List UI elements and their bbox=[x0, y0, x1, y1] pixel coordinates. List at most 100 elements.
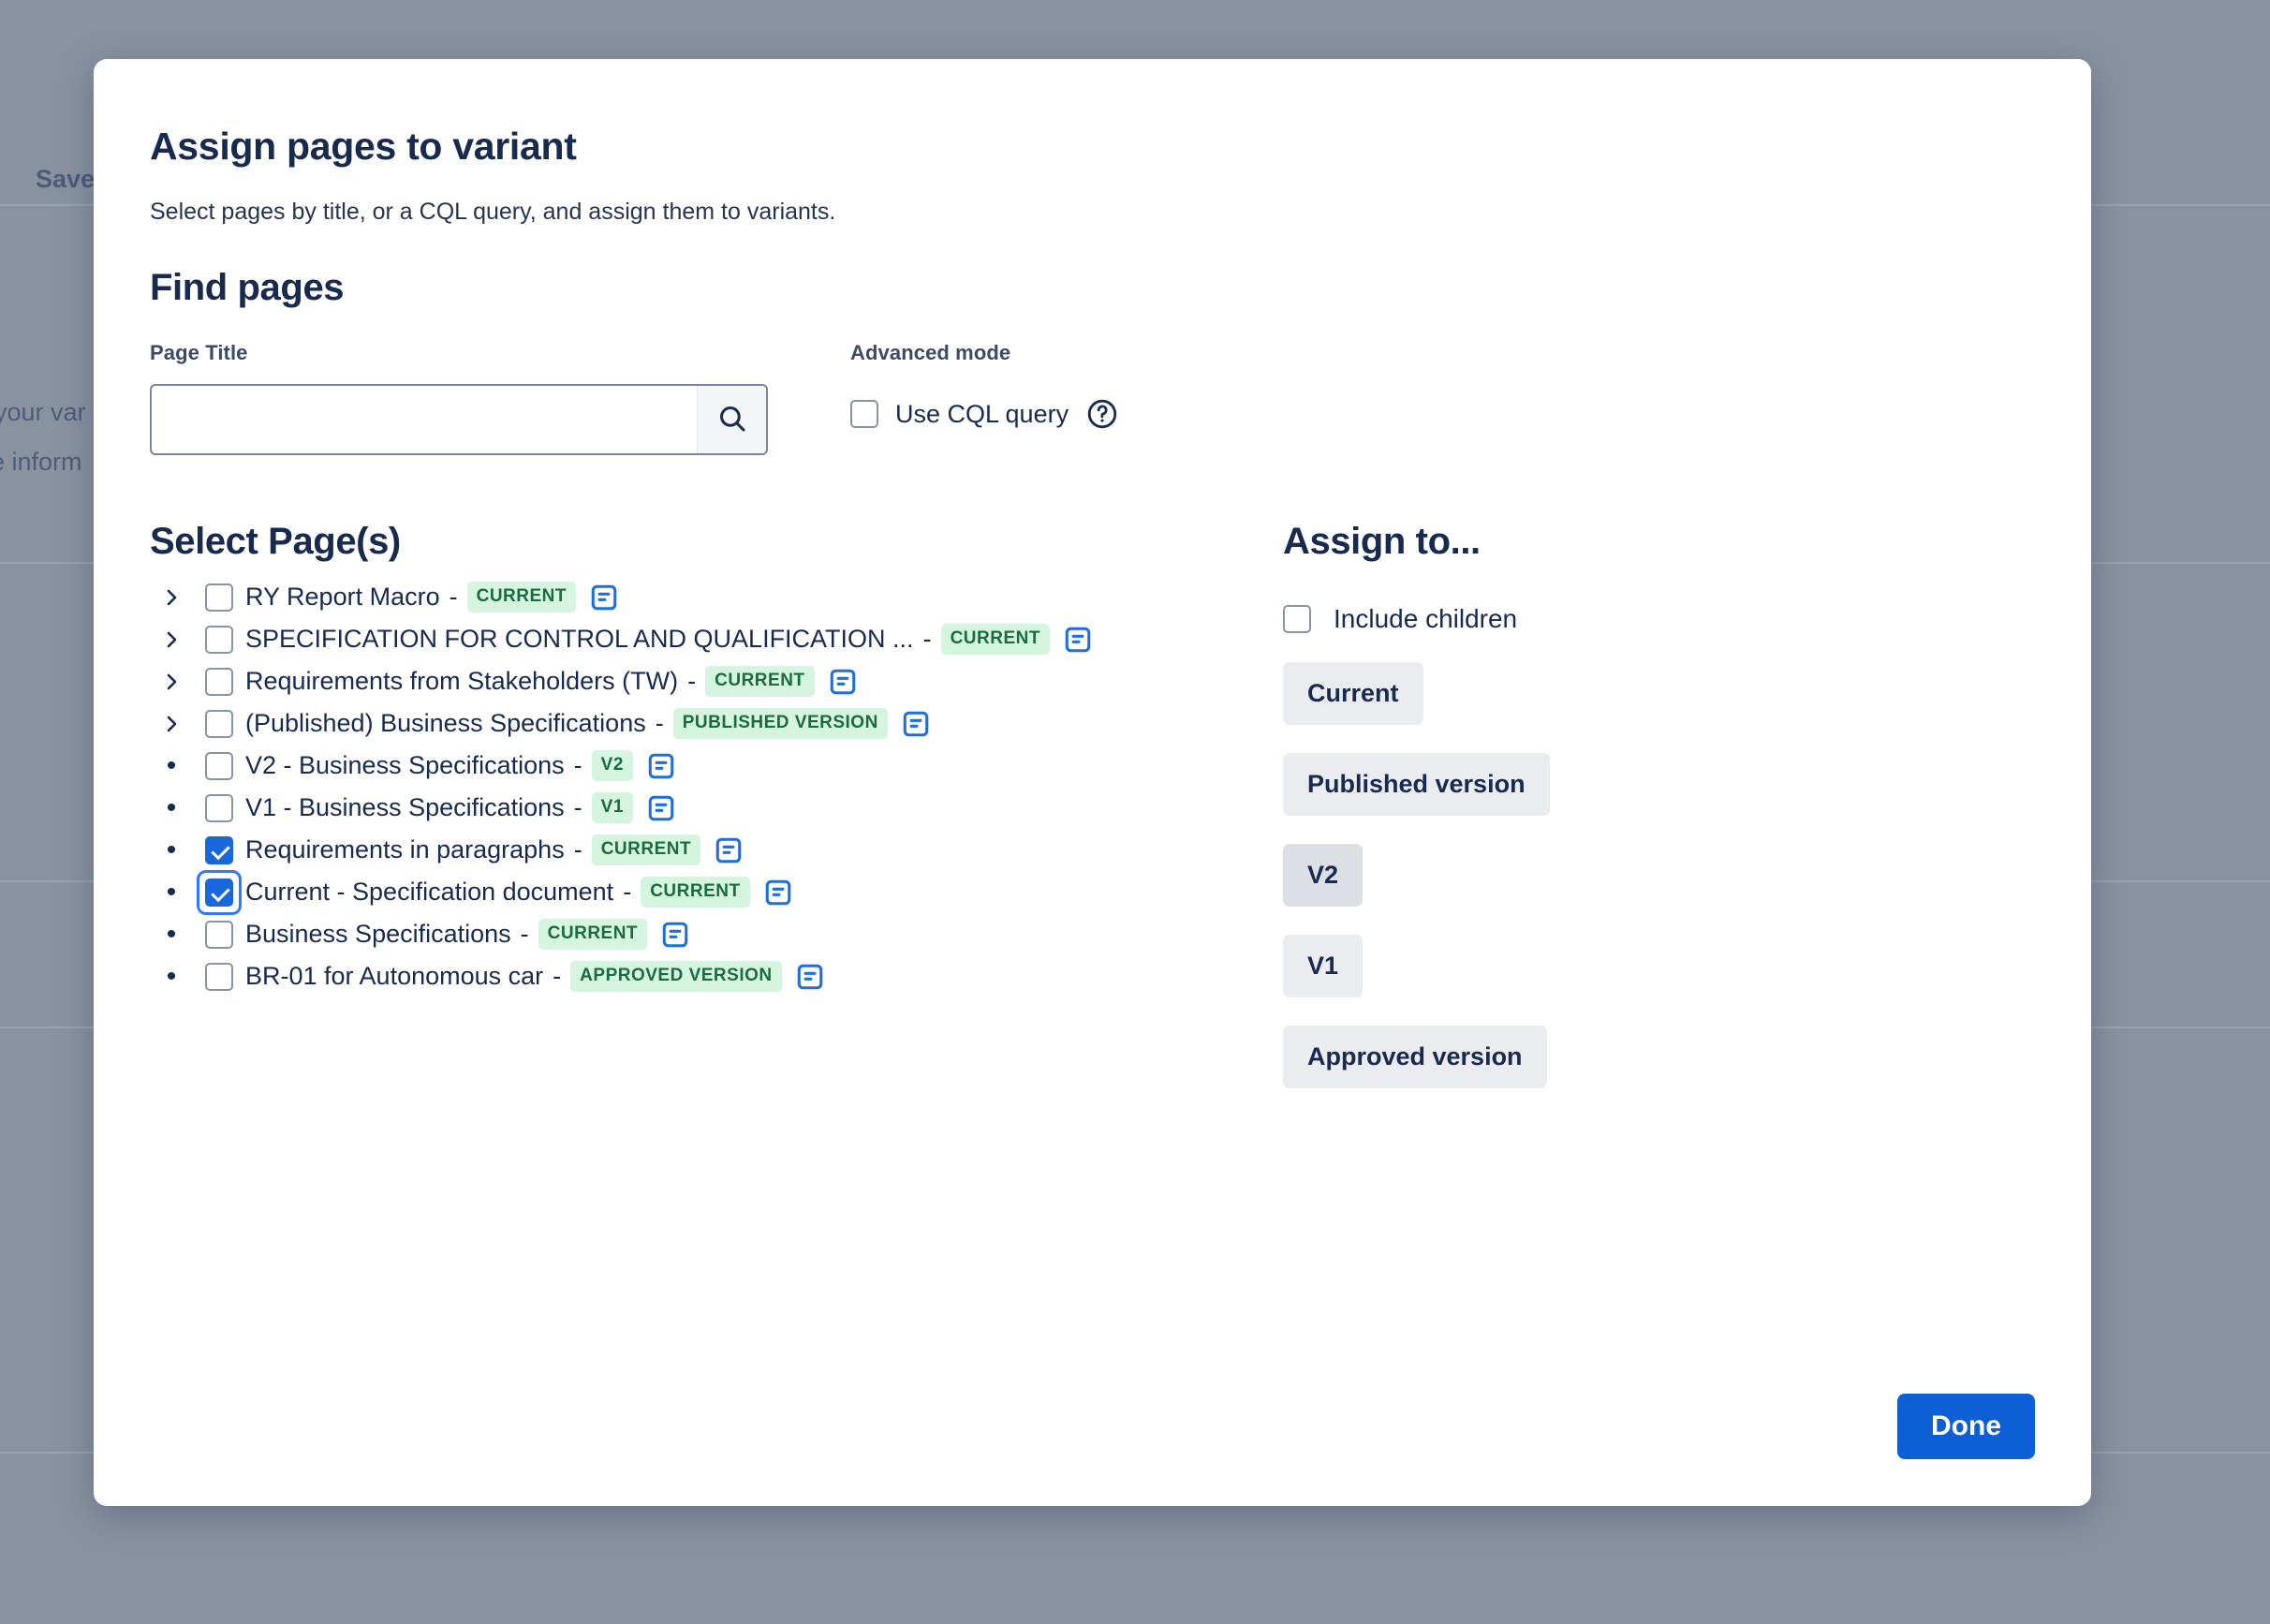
variant-button-row: V1 bbox=[1283, 907, 1845, 997]
search-icon bbox=[716, 403, 748, 437]
chevron-right-icon[interactable] bbox=[150, 586, 193, 609]
page-checkbox[interactable] bbox=[205, 668, 233, 696]
page-list-item[interactable]: • V2 - Business Specifications-V2 bbox=[150, 745, 1199, 787]
page-list-item[interactable]: • Business Specifications-CURRENT bbox=[150, 913, 1199, 955]
page-checkbox-cell bbox=[193, 921, 245, 949]
page-list-item[interactable]: • BR-01 for Autonomous car-APPROVED VERSI… bbox=[150, 955, 1199, 997]
done-button[interactable]: Done bbox=[1897, 1394, 2035, 1459]
page-list-item[interactable]: SPECIFICATION FOR CONTROL AND QUALIFICAT… bbox=[150, 618, 1199, 660]
include-children-label: Include children bbox=[1334, 604, 1517, 634]
variant-button[interactable]: V2 bbox=[1283, 844, 1363, 907]
bullet-icon: • bbox=[150, 794, 193, 822]
page-title-separator: - bbox=[553, 962, 561, 991]
page-title-text: SPECIFICATION FOR CONTROL AND QUALIFICAT… bbox=[245, 625, 914, 654]
bullet-icon: • bbox=[150, 921, 193, 949]
bullet-icon: • bbox=[150, 963, 193, 991]
page-list-item[interactable]: •Requirements in paragraphs-CURRENT bbox=[150, 829, 1199, 871]
variant-button[interactable]: Approved version bbox=[1283, 1026, 1547, 1088]
page-document-icon[interactable] bbox=[795, 962, 825, 992]
variant-button[interactable]: Published version bbox=[1283, 753, 1550, 816]
page-title-separator: - bbox=[687, 667, 696, 696]
page-checkbox[interactable] bbox=[205, 794, 233, 822]
variant-button-list: Current Published version V2 V1 Approved ver… bbox=[1283, 634, 1845, 1088]
page-title-separator: - bbox=[450, 583, 458, 612]
page-document-icon[interactable] bbox=[714, 835, 744, 865]
find-pages-controls: Page Title Advanced mode bbox=[150, 341, 2035, 455]
page-checkbox[interactable] bbox=[205, 963, 233, 991]
page-document-icon[interactable] bbox=[901, 709, 931, 739]
advanced-mode-group: Advanced mode Use CQL query bbox=[850, 341, 1119, 431]
search-button[interactable] bbox=[697, 386, 766, 453]
page-title-separator: - bbox=[574, 793, 582, 822]
search-input[interactable] bbox=[152, 386, 697, 453]
page-document-icon[interactable] bbox=[646, 751, 676, 781]
page-checkbox[interactable] bbox=[205, 752, 233, 780]
page-checkbox[interactable] bbox=[205, 878, 233, 907]
use-cql-query-checkbox[interactable] bbox=[850, 400, 878, 428]
page-document-icon[interactable] bbox=[828, 667, 858, 697]
variant-badge: CURRENT bbox=[592, 834, 700, 865]
page-title-separator: - bbox=[923, 625, 932, 654]
page-checkbox-cell bbox=[193, 668, 245, 696]
page-title-text: (Published) Business Specifications bbox=[245, 709, 646, 738]
page-title-text: BR-01 for Autonomous car bbox=[245, 962, 543, 991]
variant-badge: PUBLISHED VERSION bbox=[673, 708, 888, 739]
page-list-item[interactable]: • V1 - Business Specifications-V1 bbox=[150, 787, 1199, 829]
bullet-icon: • bbox=[150, 878, 193, 907]
variant-badge: CURRENT bbox=[641, 877, 749, 908]
variant-button-row: Approved version bbox=[1283, 997, 1845, 1088]
page-checkbox-cell bbox=[193, 710, 245, 738]
page-document-icon[interactable] bbox=[660, 920, 690, 950]
variant-badge: CURRENT bbox=[538, 919, 647, 950]
page-title-text: Requirements in paragraphs bbox=[245, 835, 565, 864]
bullet-icon: • bbox=[150, 752, 193, 780]
page-checkbox[interactable] bbox=[205, 583, 233, 612]
page-checkbox[interactable] bbox=[205, 626, 233, 654]
page-title-text: V2 - Business Specifications bbox=[245, 751, 565, 780]
page-title-separator: - bbox=[521, 920, 529, 949]
assign-to-panel: Assign to... Include children Current Pub… bbox=[1283, 521, 1845, 1088]
page-document-icon[interactable] bbox=[763, 878, 793, 908]
use-cql-query-row: Use CQL query bbox=[850, 397, 1119, 431]
variant-badge: APPROVED VERSION bbox=[570, 961, 781, 992]
question-circle-icon[interactable] bbox=[1085, 397, 1119, 431]
page-list-item[interactable]: (Published) Business Specifications-PUBL… bbox=[150, 702, 1199, 745]
variant-badge: V1 bbox=[592, 792, 633, 823]
page-title-separator: - bbox=[656, 709, 664, 738]
variant-badge: CURRENT bbox=[467, 582, 576, 613]
page-checkbox[interactable] bbox=[205, 836, 233, 864]
variant-button-row: V2 bbox=[1283, 816, 1845, 907]
page-title-text: Business Specifications bbox=[245, 920, 511, 949]
page-title-text: V1 - Business Specifications bbox=[245, 793, 565, 822]
select-pages-heading: Select Page(s) bbox=[150, 521, 1199, 563]
page-list-item[interactable]: •Current - Specification document-CURREN… bbox=[150, 871, 1199, 913]
assign-to-heading: Assign to... bbox=[1283, 521, 1845, 563]
chevron-right-icon[interactable] bbox=[150, 628, 193, 651]
chevron-right-icon[interactable] bbox=[150, 713, 193, 735]
variant-button[interactable]: Current bbox=[1283, 662, 1423, 725]
page-title-separator: - bbox=[574, 751, 582, 780]
use-cql-query-label: Use CQL query bbox=[895, 400, 1069, 429]
chevron-right-icon[interactable] bbox=[150, 671, 193, 693]
page-checkbox-cell bbox=[193, 963, 245, 991]
variant-button[interactable]: V1 bbox=[1283, 935, 1363, 997]
page-title-field-group: Page Title bbox=[150, 341, 768, 455]
page-checkbox[interactable] bbox=[205, 921, 233, 949]
page-checkbox[interactable] bbox=[205, 710, 233, 738]
find-pages-heading: Find pages bbox=[150, 267, 2035, 309]
variant-badge: CURRENT bbox=[705, 666, 814, 697]
page-checkbox-cell bbox=[193, 836, 245, 864]
variant-button-row: Current bbox=[1283, 634, 1845, 725]
page-document-icon[interactable] bbox=[589, 583, 619, 613]
variant-badge: V2 bbox=[592, 750, 633, 781]
page-list-item[interactable]: RY Report Macro-CURRENT bbox=[150, 576, 1199, 618]
page-checkbox-cell bbox=[193, 878, 245, 907]
page-title-separator: - bbox=[574, 835, 582, 864]
advanced-mode-label: Advanced mode bbox=[850, 341, 1119, 365]
background-text: your var bbox=[0, 398, 86, 427]
page-list-item[interactable]: Requirements from Stakeholders (TW)-CURR… bbox=[150, 660, 1199, 702]
page-document-icon[interactable] bbox=[646, 793, 676, 823]
page-document-icon[interactable] bbox=[1063, 625, 1093, 655]
page-title-text: Current - Specification document bbox=[245, 878, 613, 907]
include-children-checkbox[interactable] bbox=[1283, 605, 1311, 633]
